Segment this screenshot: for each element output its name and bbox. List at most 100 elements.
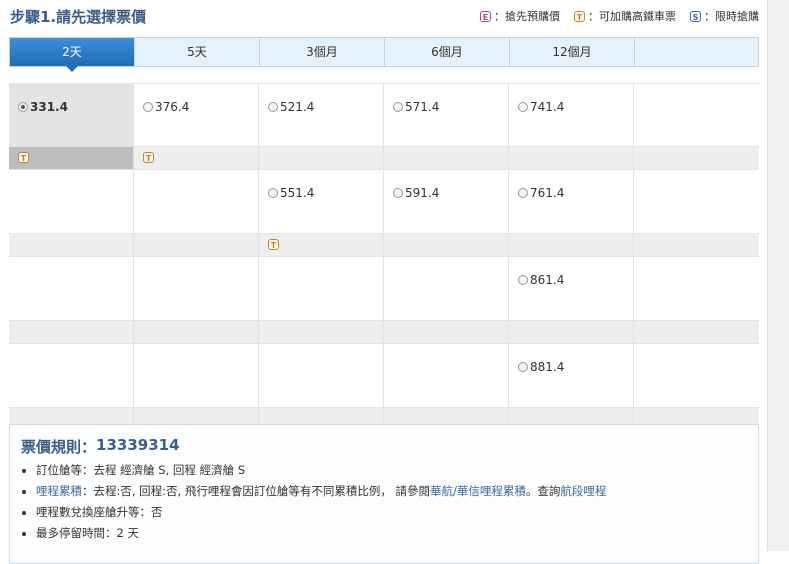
fare-badge-cell <box>509 234 634 256</box>
fare-option[interactable]: 591.4 <box>393 186 439 200</box>
fare-badge-row: T <box>9 233 759 256</box>
mileage-text: ：去程:否, 回程:否, 飛行哩程會因訂位艙等有不同累積比例， 請參閱 <box>82 484 431 498</box>
fare-price: 761.4 <box>530 186 565 200</box>
rule-upgrade: 哩程數兌換座艙升等：否 <box>36 503 606 524</box>
legend-early-bird: E ：搶先預購價 <box>480 8 560 24</box>
fare-cell: 521.4 <box>259 84 384 146</box>
legend-thsr-label: ：可加購高鐵車票 <box>588 10 676 23</box>
fare-badge-row: TT <box>9 146 759 169</box>
fare-option[interactable]: 861.4 <box>518 273 564 287</box>
fare-row: 861.4 <box>9 256 759 320</box>
fare-cell <box>259 344 384 407</box>
fare-option[interactable]: 521.4 <box>268 100 314 114</box>
fare-radio-button[interactable] <box>518 275 528 285</box>
fare-radio-button[interactable] <box>518 188 528 198</box>
fare-cell <box>384 257 509 320</box>
fare-row: 331.4 376.4 521.4 571.4 741.4 <box>9 83 759 146</box>
fare-badge-cell: T <box>9 147 134 169</box>
legend-flash-sale: S ：限時搶購 <box>690 8 759 24</box>
fare-cell: 881.4 <box>509 344 634 407</box>
fare-option[interactable]: 376.4 <box>143 100 189 114</box>
fare-radio-button[interactable] <box>268 102 278 112</box>
rule-booking-class: 訂位艙等：去程 經濟艙 S, 回程 經濟艙 S <box>36 461 606 482</box>
fare-badge-cell <box>384 321 509 343</box>
fare-cell <box>634 344 759 407</box>
page-scrollbar-track[interactable] <box>767 0 789 551</box>
fare-rules-list: 訂位艙等：去程 經濟艙 S, 回程 經濟艙 S 哩程累積：去程:否, 回程:否,… <box>21 461 606 545</box>
fare-option[interactable]: 571.4 <box>393 100 439 114</box>
fare-radio-button[interactable] <box>268 188 278 198</box>
fare-badge-cell <box>634 147 759 169</box>
page-title: 步驟1.請先選擇票價 <box>10 8 147 26</box>
fare-price: 881.4 <box>530 360 565 374</box>
fare-price: 331.4 <box>30 100 68 114</box>
tab-6-months[interactable]: 6個月 <box>385 38 510 66</box>
fare-radio-button[interactable] <box>393 188 403 198</box>
rule-mileage: 哩程累積：去程:否, 回程:否, 飛行哩程會因訂位艙等有不同累積比例， 請參閱華… <box>36 482 606 503</box>
fare-cell <box>9 257 134 320</box>
fare-price: 376.4 <box>155 100 190 114</box>
fare-radio-button[interactable] <box>143 102 153 112</box>
legend-early-bird-label: ：搶先預購價 <box>494 10 560 23</box>
fare-cell: 376.4 <box>134 84 259 146</box>
fare-row: 881.4 <box>9 343 759 407</box>
fare-cell <box>134 170 259 233</box>
fare-price: 591.4 <box>405 186 440 200</box>
fare-badge-row <box>9 320 759 343</box>
fare-badge-cell <box>9 234 134 256</box>
tab-3-months[interactable]: 3個月 <box>260 38 385 66</box>
early-bird-badge-icon: E <box>480 10 491 22</box>
tab-filler <box>635 38 758 66</box>
fare-cell <box>134 257 259 320</box>
mileage-accrual-link[interactable]: 哩程累積 <box>36 484 82 498</box>
fare-radio-button[interactable] <box>518 362 528 372</box>
fare-radio-button[interactable] <box>18 102 28 112</box>
fare-cell <box>134 344 259 407</box>
fare-option[interactable]: 761.4 <box>518 186 564 200</box>
fare-row: 551.4 591.4 761.4 <box>9 169 759 233</box>
fare-option[interactable]: 741.4 <box>518 100 564 114</box>
fare-badge-cell <box>509 147 634 169</box>
tab-12-months[interactable]: 12個月 <box>510 38 635 66</box>
fare-cell: 331.4 <box>9 84 134 146</box>
thsr-badge-icon: T <box>143 152 154 163</box>
fare-option[interactable]: 331.4 <box>18 100 68 114</box>
fare-price: 741.4 <box>530 100 565 114</box>
fare-radio-button[interactable] <box>393 102 403 112</box>
flash-sale-badge-icon: S <box>690 10 701 22</box>
fare-cell: 571.4 <box>384 84 509 146</box>
fare-rules-title-label: 票價規則： <box>21 438 97 456</box>
fare-cell: 761.4 <box>509 170 634 233</box>
fare-badge-cell: T <box>259 234 384 256</box>
fare-badge-cell <box>134 234 259 256</box>
fare-option[interactable]: 881.4 <box>518 360 564 374</box>
fare-badge-cell <box>634 321 759 343</box>
fare-badge-cell <box>384 147 509 169</box>
route-mileage-link[interactable]: 航段哩程 <box>560 484 606 498</box>
fare-cell: 741.4 <box>509 84 634 146</box>
thsr-badge-icon: T <box>574 10 585 22</box>
mileage-program-link[interactable]: 華航/華信哩程累積 <box>430 484 526 498</box>
mileage-separator: 。查詢 <box>525 484 561 498</box>
fare-cell <box>634 170 759 233</box>
fare-cell <box>634 257 759 320</box>
fare-cell <box>384 344 509 407</box>
fare-radio-button[interactable] <box>518 102 528 112</box>
fare-badge-cell <box>134 321 259 343</box>
fare-badge-cell <box>384 234 509 256</box>
tab-5-days[interactable]: 5天 <box>135 38 260 66</box>
fare-badge-cell: T <box>134 147 259 169</box>
fare-price: 861.4 <box>530 273 565 287</box>
fare-badge-cell <box>259 321 384 343</box>
fare-price: 521.4 <box>280 100 315 114</box>
fare-badge-cell <box>509 321 634 343</box>
fare-legend: E ：搶先預購價 T ：可加購高鐵車票 S ：限時搶購 <box>480 8 759 24</box>
fare-badge-cell <box>9 321 134 343</box>
fare-grid: 331.4 376.4 521.4 571.4 741.4 T T 551.4 591.4 761… <box>9 83 759 430</box>
tab-2-days[interactable]: 2天 <box>10 38 135 72</box>
fare-cell <box>634 84 759 146</box>
fare-rules-panel: 票價規則： 13339314 訂位艙等：去程 經濟艙 S, 回程 經濟艙 S 哩… <box>9 424 759 564</box>
fare-rule-id: 13339314 <box>96 436 180 454</box>
fare-price: 571.4 <box>405 100 440 114</box>
fare-option[interactable]: 551.4 <box>268 186 314 200</box>
